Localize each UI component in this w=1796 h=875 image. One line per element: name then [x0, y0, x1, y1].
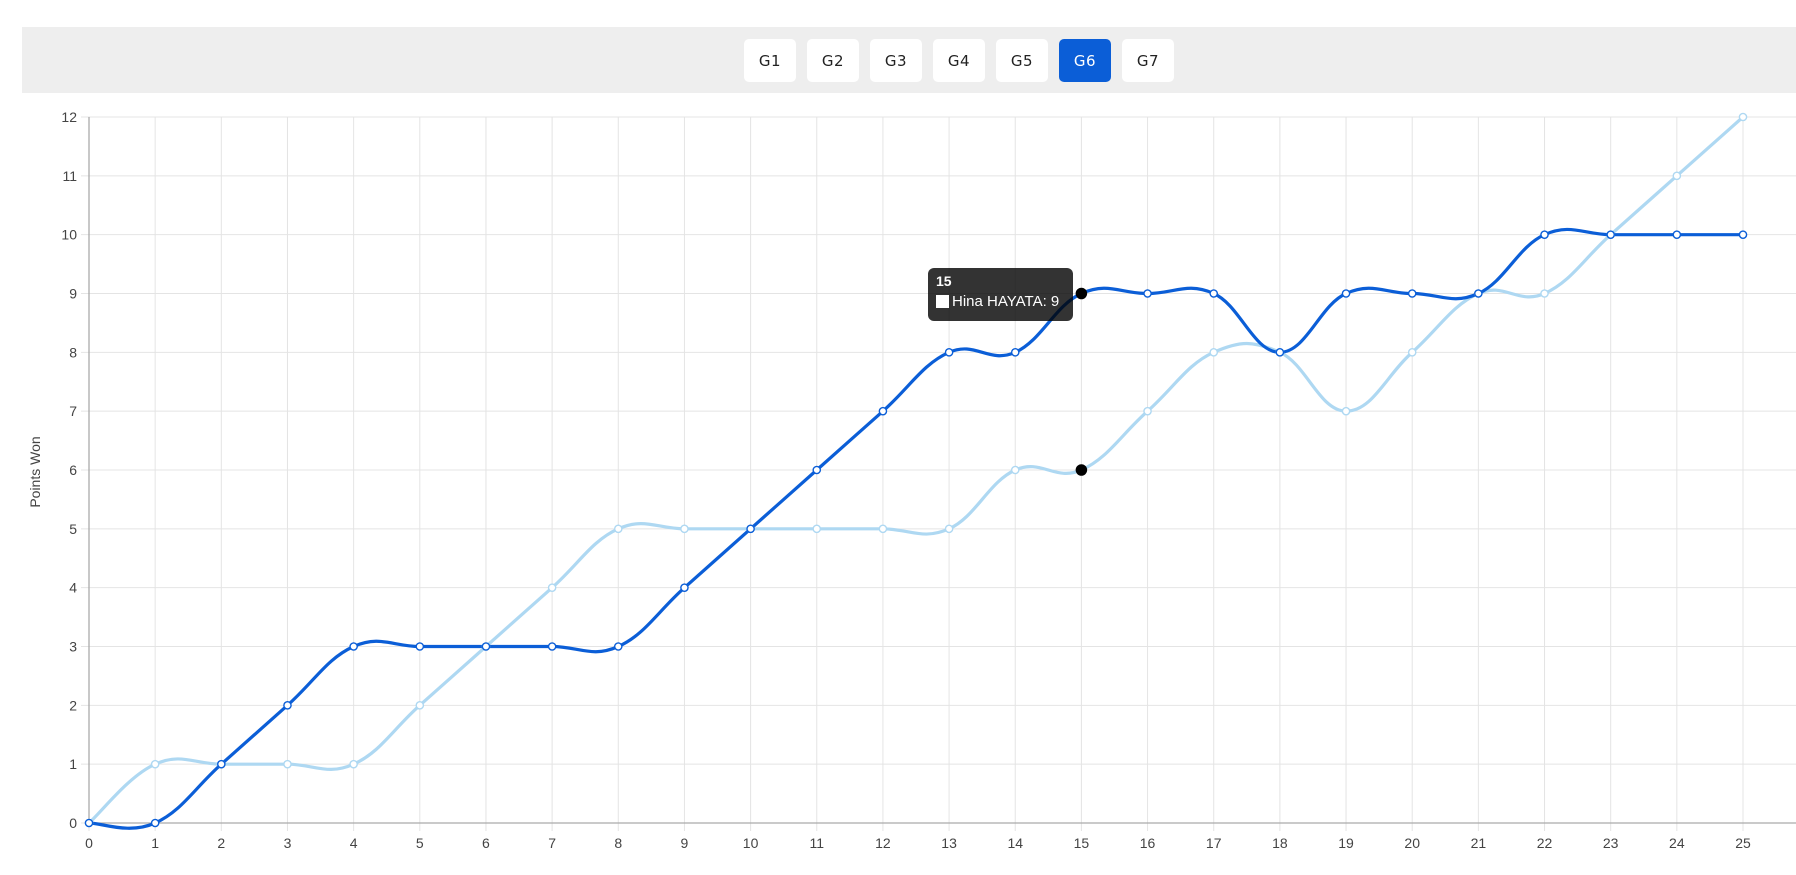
data-point[interactable]	[150, 818, 160, 828]
data-point[interactable]	[680, 524, 689, 534]
data-point[interactable]	[1341, 289, 1351, 298]
x-tick-label: 14	[1007, 835, 1023, 851]
y-tick-label: 11	[62, 168, 77, 184]
tooltip-title: 15	[936, 273, 952, 289]
data-point[interactable]	[1075, 287, 1088, 300]
tooltip-swatch	[936, 295, 949, 308]
x-tick-label: 21	[1471, 835, 1487, 851]
data-point[interactable]	[1010, 348, 1020, 357]
data-point[interactable]	[150, 759, 160, 769]
data-point[interactable]	[1075, 464, 1088, 476]
data-point[interactable]	[349, 642, 358, 651]
data-point[interactable]	[878, 406, 888, 416]
x-tick-label: 15	[1074, 835, 1090, 851]
x-tick-label: 13	[941, 835, 957, 851]
data-point[interactable]	[1540, 289, 1549, 298]
x-tick-label: 24	[1669, 835, 1685, 851]
data-point[interactable]	[680, 583, 689, 592]
y-tick-label: 8	[69, 344, 77, 360]
data-point[interactable]	[1738, 230, 1748, 239]
x-tick-label: 8	[614, 835, 622, 851]
y-tick-label: 2	[69, 697, 77, 713]
data-point[interactable]	[283, 701, 292, 710]
y-tick-label: 1	[69, 756, 77, 772]
data-point[interactable]	[812, 524, 822, 534]
data-point[interactable]	[283, 759, 292, 769]
data-point[interactable]	[1209, 289, 1219, 298]
tooltip-text: Hina HAYATA: 9	[952, 293, 1060, 310]
data-point[interactable]	[1738, 112, 1748, 122]
x-tick-label: 7	[548, 835, 556, 851]
points-chart[interactable]: 0 1 2 3 4 5 6 7 8 9 10 11 12 13 14 15 16 17 18 19 20 21 22 23 24…	[0, 0, 1796, 875]
data-point[interactable]	[1672, 171, 1682, 181]
data-point[interactable]	[812, 465, 822, 475]
data-point[interactable]	[217, 759, 226, 769]
data-point[interactable]	[349, 759, 358, 769]
data-point[interactable]	[84, 818, 94, 828]
x-tick-label: 25	[1735, 835, 1751, 851]
x-tick-label: 2	[217, 835, 225, 851]
data-point[interactable]	[1275, 348, 1285, 357]
data-point[interactable]	[1606, 230, 1615, 239]
data-point[interactable]	[613, 524, 623, 534]
y-tick-label: 12	[61, 109, 77, 125]
y-tick-label: 7	[69, 403, 77, 419]
data-point[interactable]	[613, 642, 623, 651]
x-tick-label: 3	[284, 835, 292, 851]
data-point[interactable]	[481, 642, 491, 651]
x-tick-label: 16	[1140, 835, 1156, 851]
data-point[interactable]	[1010, 465, 1020, 475]
tooltip-line: Hina HAYATA: 9	[936, 293, 1065, 310]
chart-series	[87, 115, 1745, 830]
data-point[interactable]	[547, 583, 557, 592]
x-tick-label: 4	[350, 835, 358, 851]
data-point[interactable]	[1474, 289, 1483, 298]
data-point[interactable]	[1407, 289, 1417, 298]
x-tick-label: 6	[482, 835, 490, 851]
x-tick-label: 17	[1206, 835, 1222, 851]
chart-tooltip: 15 Hina HAYATA: 9	[928, 268, 1073, 321]
y-tick-label: 9	[69, 286, 77, 302]
data-point[interactable]	[1672, 230, 1682, 239]
x-tick-label: 11	[809, 835, 824, 851]
data-point[interactable]	[746, 524, 755, 534]
y-axis-label: Points Won	[27, 436, 43, 507]
y-tick-label: 3	[69, 639, 77, 655]
x-tick-label: 12	[875, 835, 891, 851]
data-point[interactable]	[415, 642, 425, 651]
x-tick-label: 0	[85, 835, 93, 851]
x-tick-label: 5	[416, 835, 424, 851]
x-tick-label: 10	[743, 835, 759, 851]
x-tick-label: 22	[1537, 835, 1553, 851]
x-tick-label: 20	[1404, 835, 1420, 851]
data-point[interactable]	[1407, 348, 1417, 357]
y-tick-label: 6	[69, 462, 77, 478]
x-tick-label: 18	[1272, 835, 1288, 851]
y-tick-label: 4	[69, 580, 77, 596]
data-point[interactable]	[1143, 406, 1152, 416]
x-tick-label: 23	[1603, 835, 1619, 851]
y-tick-label: 10	[61, 227, 77, 243]
data-point[interactable]	[1540, 230, 1549, 239]
x-tick-label: 1	[151, 835, 159, 851]
data-point[interactable]	[1209, 348, 1219, 357]
data-point[interactable]	[547, 642, 557, 651]
y-tick-label: 0	[69, 815, 77, 831]
data-point[interactable]	[944, 524, 954, 534]
y-tick-label: 5	[69, 521, 77, 537]
data-point[interactable]	[1341, 406, 1351, 416]
data-point[interactable]	[944, 348, 954, 357]
x-tick-label: 19	[1338, 835, 1354, 851]
chart-grid	[81, 116, 1796, 831]
chart-ticks: 0 1 2 3 4 5 6 7 8 9 10 11 12 13 14 15 16 17 18 19 20 21 22 23 24…	[61, 109, 1751, 851]
data-point[interactable]	[415, 701, 425, 710]
x-tick-label: 9	[681, 835, 689, 851]
data-point[interactable]	[1143, 289, 1152, 298]
data-point[interactable]	[878, 524, 888, 534]
